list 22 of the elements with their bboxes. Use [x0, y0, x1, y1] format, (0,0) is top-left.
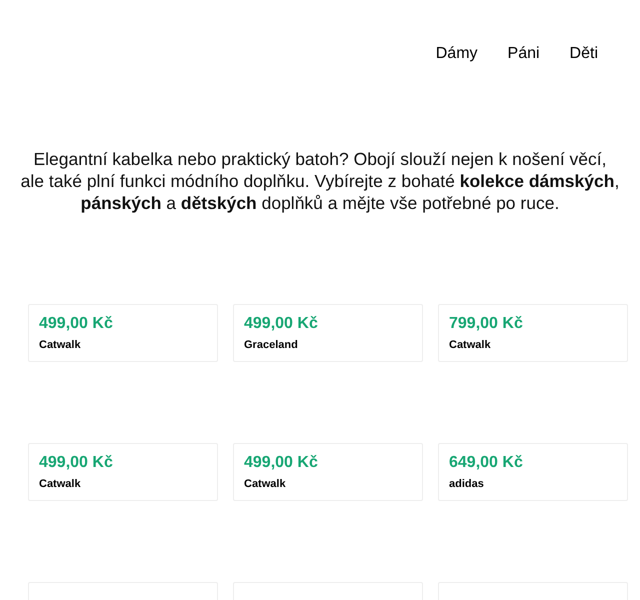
nav-link[interactable]: Páni: [508, 44, 540, 64]
product-card[interactable]: 499,00 Kč Graceland: [233, 304, 423, 362]
product-brand: Catwalk: [449, 338, 492, 352]
product-price: 799,00 Kč: [449, 314, 524, 334]
product-card[interactable]: 499,00 Kč Catwalk: [28, 304, 218, 362]
product-brand: adidas: [449, 477, 485, 491]
product-price: 499,00 Kč: [244, 314, 319, 334]
product-card[interactable]: 649,00 Kč adidas: [438, 443, 628, 501]
product-brand: Catwalk: [39, 338, 82, 352]
product-brand: Graceland: [244, 338, 299, 352]
nav-link[interactable]: Dámy: [436, 44, 478, 64]
product-card[interactable]: 799,00 Kč Catwalk: [438, 304, 628, 362]
product-brand: Catwalk: [244, 477, 287, 491]
intro-paragraph: Elegantní kabelka nebo praktický batoh? Obojí slouží nejen k nošení věcí, ale také plní funkci módního doplňku. Vybírejte z bohaté kolekce dámských, pánských a dětských doplňků a mějte vše potřebné po ruce.: [20, 148, 620, 214]
product-card[interactable]: 499,00 Kč Catwalk: [233, 443, 423, 501]
product-brand: Catwalk: [39, 477, 82, 491]
nav-link[interactable]: Děti: [570, 44, 598, 64]
product-price: 649,00 Kč: [449, 453, 524, 473]
product-price: 499,00 Kč: [39, 453, 114, 473]
product-price: 499,00 Kč: [39, 314, 114, 334]
product-card[interactable]: 499,00 Kč Catwalk: [28, 443, 218, 501]
product-price: 499,00 Kč: [244, 453, 319, 473]
